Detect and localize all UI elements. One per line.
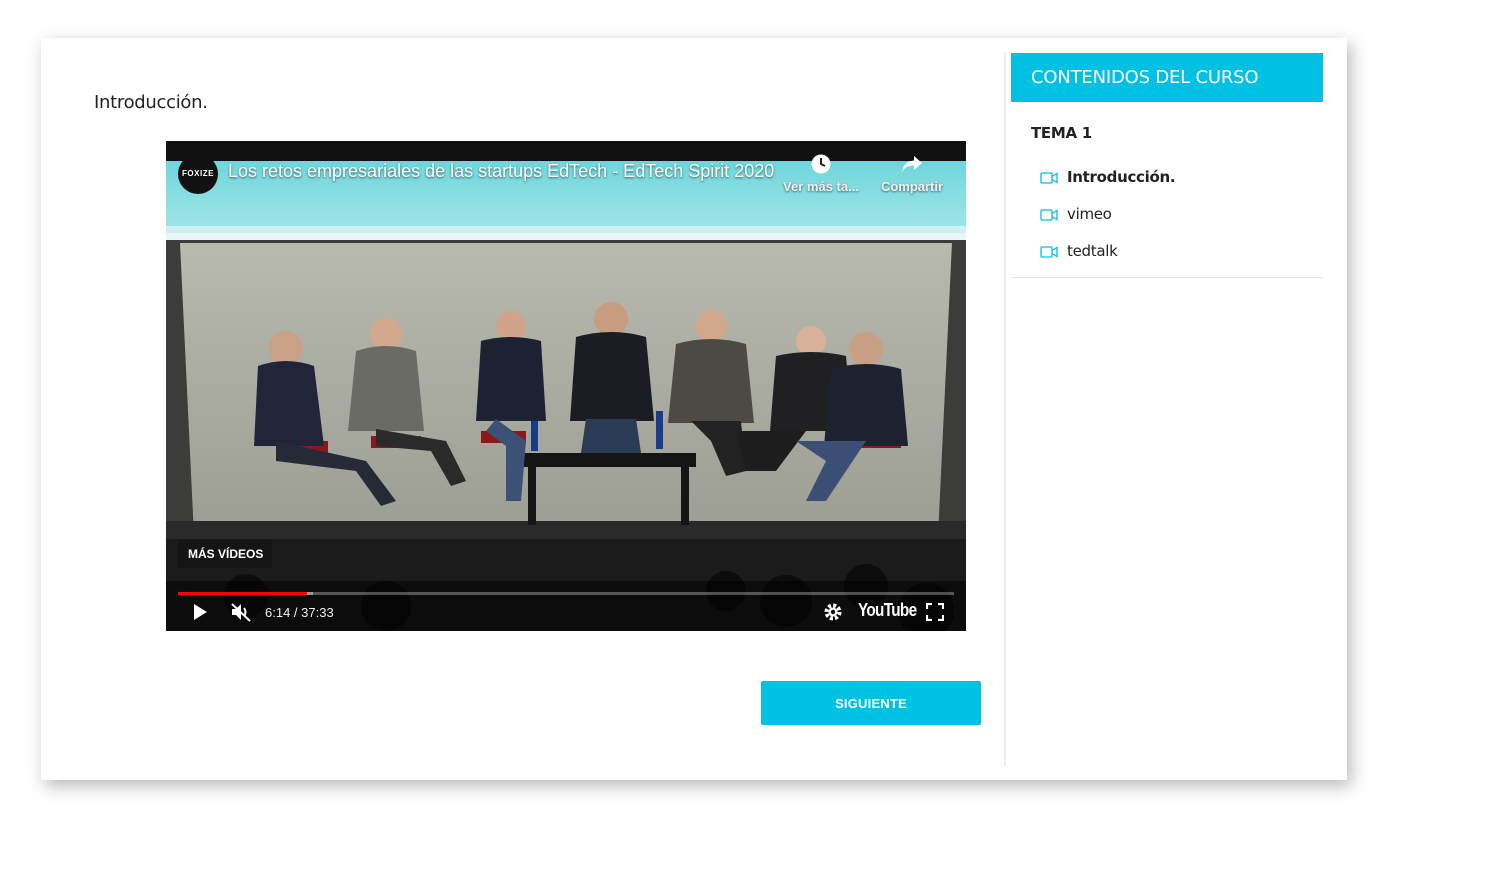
progress-played [178, 592, 307, 595]
sidebar-header: CONTENIDOS DEL CURSO [1011, 53, 1323, 102]
clock-icon [781, 153, 861, 175]
video-frame[interactable] [166, 141, 966, 631]
time-display: 6:14 / 37:33 [265, 605, 334, 620]
channel-logo[interactable]: FOXIZE [178, 154, 218, 194]
youtube-logo[interactable]: YouTube [858, 600, 917, 621]
video-camera-icon [1040, 245, 1058, 258]
muted-volume-icon [231, 603, 251, 622]
fullscreen-icon [926, 603, 944, 621]
sidebar-item-introduccion[interactable]: Introducción. [1011, 158, 1323, 195]
column-divider [1004, 52, 1006, 766]
watch-later-button[interactable]: Ver más ta... [781, 153, 861, 194]
player-controls: 6:14 / 37:33 YouTube [166, 597, 966, 631]
share-label: Compartir [880, 179, 944, 194]
video-player[interactable]: FOXIZE Los retos empresariales de las st… [166, 141, 966, 631]
watch-later-label: Ver más ta... [783, 179, 859, 194]
video-camera-icon [1040, 208, 1058, 221]
settings-button[interactable] [823, 597, 843, 627]
video-camera-icon [1040, 171, 1058, 184]
mute-button[interactable] [230, 597, 252, 627]
lesson-card: Introducción. FOXIZE Los retos empresari… [41, 38, 1347, 780]
fullscreen-button[interactable] [926, 597, 944, 627]
course-contents-sidebar: CONTENIDOS DEL CURSO TEMA 1 Introducción… [1011, 53, 1323, 278]
settings-icon [824, 603, 842, 621]
progress-bar[interactable] [178, 592, 954, 595]
sidebar-item-vimeo[interactable]: vimeo [1011, 195, 1323, 232]
play-icon [194, 604, 207, 620]
sidebar-item-label: tedtalk [1067, 241, 1118, 260]
sidebar-item-label: vimeo [1067, 204, 1112, 223]
next-button[interactable]: SIGUIENTE [761, 681, 981, 725]
sidebar-item-tedtalk[interactable]: tedtalk [1011, 232, 1323, 269]
share-button[interactable]: Compartir [872, 153, 952, 194]
more-videos-button[interactable]: MÁS VÍDEOS [178, 539, 273, 568]
video-title[interactable]: Los retos empresariales de las startups … [228, 161, 774, 182]
lesson-list: Introducción. vimeo tedtalk [1011, 158, 1323, 278]
section-title: TEMA 1 [1031, 124, 1092, 142]
share-icon [872, 153, 952, 175]
sidebar-item-label: Introducción. [1067, 167, 1176, 186]
lesson-title: Introducción. [94, 92, 208, 113]
play-button[interactable] [192, 597, 208, 627]
